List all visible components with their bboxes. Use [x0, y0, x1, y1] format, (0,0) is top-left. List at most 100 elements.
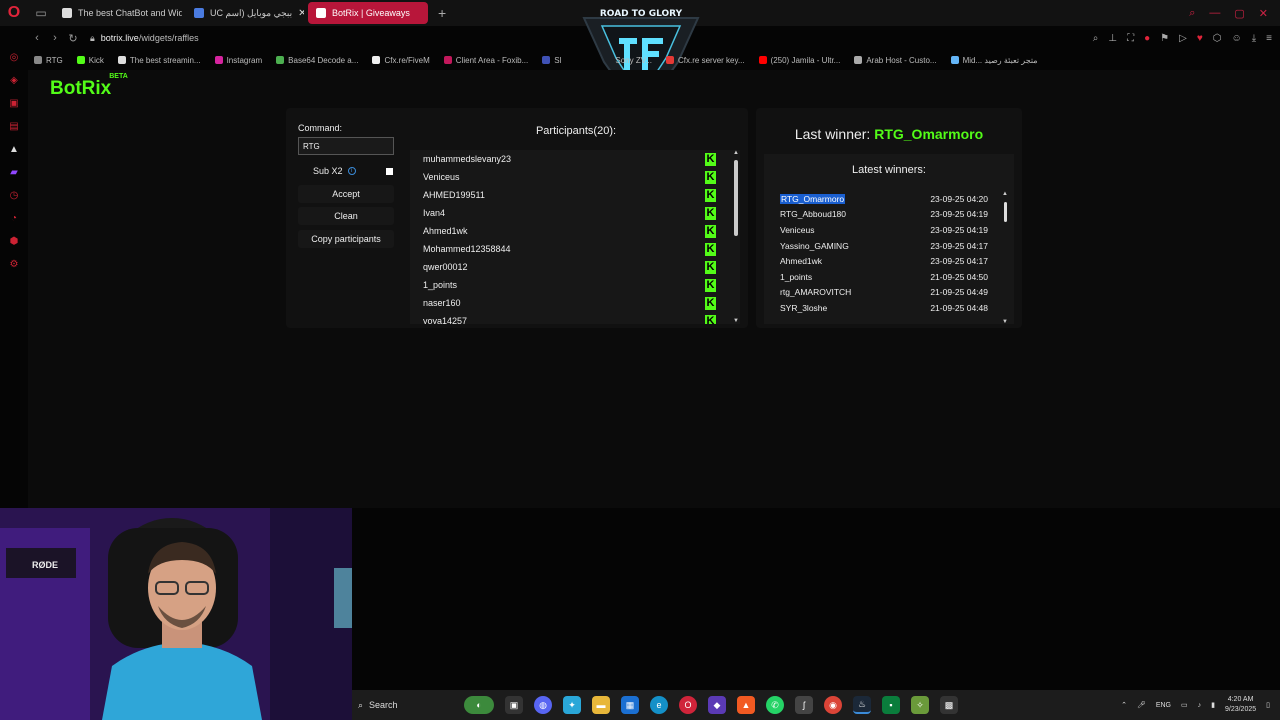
app-icon[interactable]: ✧: [911, 696, 929, 714]
aria-icon[interactable]: ◎: [8, 52, 20, 64]
opera-logo-icon[interactable]: O: [0, 0, 28, 26]
reload-icon[interactable]: ↻: [64, 32, 82, 45]
tab-botrix-giveaways[interactable]: BotRix | Giveaways: [308, 2, 428, 24]
command-input[interactable]: [298, 137, 394, 155]
language-indicator[interactable]: ENG: [1156, 702, 1171, 709]
copilot-icon[interactable]: ✦: [563, 696, 581, 714]
widgets-icon[interactable]: ◐: [464, 696, 494, 714]
back-icon[interactable]: ‹: [28, 32, 46, 44]
botrix-logo[interactable]: BotRixBETA: [50, 73, 130, 100]
tab-pubg-uc[interactable]: UC ببجي موبايل (اسم ✕: [186, 2, 304, 24]
zoom-icon[interactable]: ⌕: [1093, 33, 1099, 44]
steam-icon[interactable]: ♨: [853, 696, 871, 714]
accept-button[interactable]: Accept: [298, 185, 394, 203]
vs-icon[interactable]: ◆: [708, 696, 726, 714]
clean-button[interactable]: Clean: [298, 207, 394, 225]
winners-scrollbar[interactable]: ▲ ▼: [1002, 191, 1008, 324]
scrollbar-thumb[interactable]: [734, 160, 738, 236]
file-explorer-icon[interactable]: ▬: [592, 696, 610, 714]
search-tabs-icon[interactable]: ⌕: [1189, 7, 1195, 20]
chrome-icon[interactable]: ◉: [824, 696, 842, 714]
store-icon[interactable]: ▦: [621, 696, 639, 714]
profile-icon[interactable]: ☺: [1232, 33, 1242, 44]
snapshot-icon[interactable]: ⛶: [1127, 33, 1134, 44]
tab-chatbot[interactable]: The best ChatBot and Wid: [54, 2, 182, 24]
bookmark-item[interactable]: The best streamin...: [117, 56, 201, 65]
download-icon[interactable]: ⤓: [1252, 33, 1256, 44]
workspaces-icon[interactable]: ▭: [28, 6, 54, 20]
scrollbar-thumb[interactable]: [1004, 202, 1007, 222]
url-path: /widgets/raffles: [138, 33, 199, 43]
player-icon[interactable]: ▤: [8, 121, 20, 133]
edge-icon[interactable]: e: [650, 696, 668, 714]
winner-row: RTG_Omarmoro 23-09-25 04:20: [780, 191, 988, 207]
new-tab-button[interactable]: +: [432, 5, 452, 21]
settings-icon[interactable]: ⚙: [8, 259, 20, 271]
history-icon[interactable]: ◷: [8, 190, 20, 202]
bookmark-item[interactable]: Sl: [542, 56, 561, 65]
bookmark-item[interactable]: Base64 Decode a...: [276, 56, 358, 65]
bookmark-item[interactable]: Sony ZV...: [615, 56, 652, 65]
display-icon[interactable]: ▭: [1181, 701, 1188, 709]
heart-icon[interactable]: ♥: [1197, 33, 1203, 44]
bookmark-item[interactable]: Arab Host - Custo...: [854, 56, 937, 65]
messenger-icon[interactable]: ◈: [8, 75, 20, 87]
extensions-icon[interactable]: ⬢: [8, 236, 20, 248]
scroll-down-icon[interactable]: ▼: [1002, 319, 1008, 324]
extensions-icon[interactable]: ⬡: [1213, 33, 1222, 44]
url-field[interactable]: 🔒︎ botrix.live/widgets/raffles: [90, 33, 199, 44]
pin-icon[interactable]: ⊥: [1108, 33, 1117, 44]
copy-participants-button[interactable]: Copy participants: [298, 230, 394, 248]
player-icon[interactable]: ▷: [1179, 33, 1187, 44]
scroll-up-icon[interactable]: ▲: [1002, 191, 1008, 197]
search-icon: ⌕: [358, 699, 364, 710]
discord-icon[interactable]: ◍: [534, 696, 552, 714]
twitch-icon[interactable]: ▰: [8, 167, 20, 179]
taskbar-clock[interactable]: 4:20 AM 9/23/2025: [1225, 695, 1256, 715]
battery-icon[interactable]: ▮: [1211, 701, 1215, 709]
opera-icon[interactable]: O: [679, 696, 697, 714]
notifications-icon[interactable]: ▯: [1266, 701, 1270, 709]
apps-icon[interactable]: ▲: [8, 144, 20, 156]
tab-title: The best ChatBot and Wid: [78, 8, 182, 18]
bookmark-favicon-icon: [276, 56, 285, 64]
adblock-icon[interactable]: ●: [1144, 33, 1150, 44]
participant-row: 1_points K: [410, 276, 740, 294]
microphone-icon[interactable]: 🎤︎: [1137, 701, 1146, 709]
task-view-icon[interactable]: ▣: [505, 696, 523, 714]
scroll-down-icon[interactable]: ▼: [733, 318, 739, 324]
whatsapp-icon[interactable]: ✆: [766, 696, 784, 714]
bookmark-item[interactable]: Cfx.re/FiveM: [372, 56, 430, 65]
chevron-up-icon[interactable]: ⌃: [1121, 701, 1127, 709]
taskbar-search[interactable]: ⌕ Search: [354, 694, 464, 716]
latest-winners-list[interactable]: RTG_Omarmoro 23-09-25 04:20 RTG_Abboud180…: [780, 191, 988, 316]
scroll-up-icon[interactable]: ▲: [733, 150, 739, 156]
sub-x2-checkbox[interactable]: [386, 167, 393, 175]
maximize-icon[interactable]: ▢: [1234, 7, 1244, 20]
music-icon[interactable]: ▣: [8, 98, 20, 110]
app-icon[interactable]: ▩: [940, 696, 958, 714]
bookmark-item[interactable]: (250) Jamila - Ultr...: [758, 56, 840, 65]
app-icon[interactable]: ʃ: [795, 696, 813, 714]
bookmark-icon[interactable]: ⚑: [1160, 33, 1169, 44]
brave-icon[interactable]: ▲: [737, 696, 755, 714]
participants-scrollbar[interactable]: ▲ ▼: [733, 150, 739, 324]
forward-icon[interactable]: ›: [46, 32, 64, 44]
bookmark-item[interactable]: Kick: [76, 56, 104, 65]
bookmark-item[interactable]: Client Area - Foxib...: [443, 56, 528, 65]
bookmark-item[interactable]: RTG: [34, 56, 63, 65]
botrix-favicon-icon: [62, 8, 72, 18]
info-icon[interactable]: i: [347, 167, 356, 175]
bookmark-item[interactable]: Cfx.re server key...: [666, 56, 745, 65]
minimize-icon[interactable]: —: [1209, 7, 1220, 20]
menu-icon[interactable]: ≡: [1266, 33, 1272, 44]
volume-icon[interactable]: ♪: [1198, 702, 1202, 709]
close-tab-icon[interactable]: ✕: [298, 8, 304, 19]
window-controls: ⌕ — ▢ ✕: [1189, 7, 1280, 20]
terminal-icon[interactable]: ▪: [882, 696, 900, 714]
bookmark-item[interactable]: Instagram: [214, 56, 262, 65]
clock-icon[interactable]: ◔: [8, 213, 20, 225]
participants-list[interactable]: muhammedslevany23 K Veniceus K AHMED199511…: [410, 150, 740, 324]
close-window-icon[interactable]: ✕: [1259, 7, 1268, 20]
bookmark-item[interactable]: Mid... متجر تعبئة رصيد: [950, 56, 1038, 65]
